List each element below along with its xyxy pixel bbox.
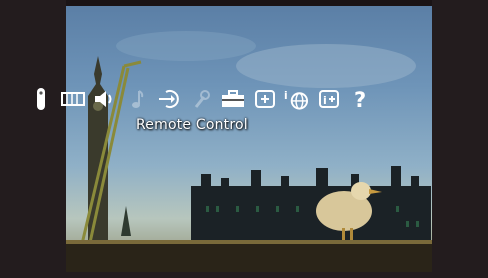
speaker-icon	[94, 91, 111, 107]
setup-menu-item[interactable]	[188, 86, 213, 112]
add-screen-menu-item[interactable]	[252, 86, 277, 112]
sound-menu-item[interactable]	[92, 86, 117, 112]
svg-text:?: ?	[354, 88, 366, 110]
info-plus-menu-item[interactable]: i	[316, 86, 341, 112]
input-menu-item[interactable]	[156, 86, 181, 112]
info-globe-icon: i	[284, 90, 309, 110]
svg-text:i: i	[323, 94, 327, 107]
left-letterbox	[0, 0, 66, 278]
help-menu-item[interactable]: ?	[348, 86, 373, 112]
background-photo	[66, 6, 432, 272]
svg-text:i: i	[284, 90, 288, 102]
info-plus-icon: i	[318, 90, 339, 108]
add-screen-icon	[254, 90, 275, 108]
video-icon	[60, 92, 85, 106]
wrench-icon	[194, 90, 210, 108]
remote-icon	[36, 88, 45, 110]
music-menu-item[interactable]	[124, 86, 149, 112]
xmb-menu-bar: i i ?	[28, 84, 380, 114]
selected-item-label: Remote Control	[136, 117, 248, 133]
internet-menu-item[interactable]: i	[284, 86, 309, 112]
remote-control-menu-item[interactable]	[28, 86, 53, 112]
bottom-letterbox	[0, 272, 488, 278]
help-icon: ?	[354, 88, 366, 110]
right-letterbox	[432, 0, 488, 278]
video-menu-item[interactable]	[60, 86, 85, 112]
music-note-icon	[131, 90, 143, 108]
input-icon	[158, 90, 179, 108]
tools-menu-item[interactable]	[220, 86, 245, 112]
toolbox-icon	[221, 90, 244, 107]
